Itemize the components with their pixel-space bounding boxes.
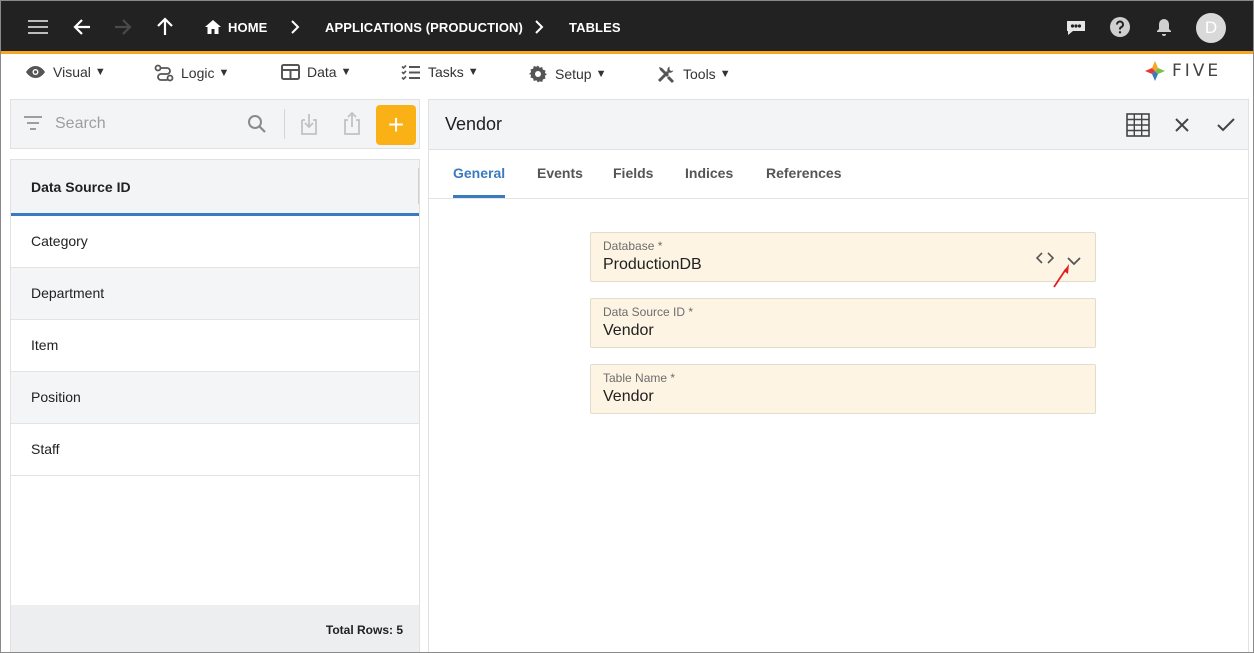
list-item[interactable]: Department [11, 268, 419, 320]
menu-data-label: Data [307, 64, 337, 80]
data-source-id-label: Data Source ID * [603, 305, 694, 319]
breadcrumb-tables[interactable]: TABLES [569, 20, 621, 35]
list-item-label: Item [31, 337, 59, 353]
tab-indices[interactable]: Indices [685, 165, 733, 181]
column-header-label: Data Source ID [31, 179, 131, 195]
list-column-header[interactable]: Data Source ID [11, 160, 419, 216]
chevron-right-icon [281, 13, 309, 41]
data-source-id-value: Vendor [603, 322, 654, 339]
table-name-label: Table Name * [603, 371, 676, 385]
menu-tools-label: Tools [683, 66, 716, 82]
tab-general[interactable]: General [453, 165, 505, 181]
logo-text: FIVE [1172, 61, 1222, 81]
list-item[interactable]: Position [11, 372, 419, 424]
close-icon[interactable] [1174, 117, 1190, 138]
database-value: ProductionDB [603, 256, 702, 273]
column-resize-handle[interactable] [418, 168, 419, 204]
home-icon[interactable] [199, 13, 227, 41]
hamburger-menu-icon[interactable] [24, 13, 52, 41]
import-icon[interactable] [299, 112, 319, 141]
filter-icon[interactable] [24, 116, 42, 135]
form-tabs: General Events Fields Indices References [429, 150, 1248, 199]
tab-fields[interactable]: Fields [613, 165, 653, 181]
menu-visual-label: Visual [53, 64, 91, 80]
list-item-label: Category [31, 233, 88, 249]
form-title: Vendor [445, 114, 503, 134]
user-avatar[interactable]: D [1196, 13, 1226, 43]
breadcrumb-applications[interactable]: APPLICATIONS (PRODUCTION) [325, 20, 523, 35]
save-check-icon[interactable] [1216, 117, 1236, 138]
list-item-label: Position [31, 389, 81, 405]
list-footer: Total Rows: 5 [11, 605, 419, 652]
caret-down-icon: ▼ [340, 66, 352, 78]
gear-icon [529, 65, 547, 83]
notification-bell-icon[interactable] [1150, 13, 1178, 41]
list-item[interactable]: Staff [11, 424, 419, 476]
up-arrow-icon[interactable] [151, 13, 179, 41]
chat-bot-icon[interactable] [1062, 13, 1090, 41]
five-logo-mark-icon [1145, 61, 1165, 81]
menu-tasks[interactable]: Tasks ▼ [401, 64, 479, 80]
app-window: HOME APPLICATIONS (PRODUCTION) TABLES D … [0, 0, 1254, 653]
list-item[interactable]: Item [11, 320, 419, 372]
table-view-icon[interactable] [1126, 113, 1150, 142]
top-app-bar: HOME APPLICATIONS (PRODUCTION) TABLES D [1, 1, 1253, 54]
table-name-field[interactable]: Table Name * Vendor [590, 364, 1096, 414]
menu-tasks-label: Tasks [428, 64, 464, 80]
forward-arrow-icon[interactable] [109, 13, 137, 41]
menu-tools[interactable]: Tools ▼ [656, 64, 731, 84]
caret-down-icon: ▼ [218, 67, 230, 79]
five-logo: FIVE [1144, 60, 1221, 82]
search-input[interactable]: Search [55, 115, 106, 133]
list-item-label: Staff [31, 441, 60, 457]
help-icon[interactable] [1106, 13, 1134, 41]
total-rows-count: Total Rows: 5 [325, 623, 403, 637]
caret-down-icon: ▼ [467, 66, 479, 78]
menu-setup[interactable]: Setup ▼ [528, 64, 606, 84]
tab-events[interactable]: Events [537, 165, 583, 181]
records-list: Data Source ID Category Department Item … [10, 159, 420, 652]
menu-bar: Visual ▼ Logic ▼ Data ▼ Tasks ▼ Setup ▼ … [1, 57, 1253, 91]
caret-down-icon: ▼ [595, 68, 607, 80]
list-toolbar: Search + [10, 99, 420, 149]
menu-visual[interactable]: Visual ▼ [25, 64, 106, 80]
menu-logic-label: Logic [181, 65, 215, 81]
caret-down-icon: ▼ [719, 68, 731, 80]
tools-icon [657, 66, 675, 84]
search-icon[interactable] [247, 114, 267, 139]
logic-flow-icon [154, 64, 174, 82]
eye-icon [26, 66, 45, 78]
list-item[interactable]: Category [11, 216, 419, 268]
menu-data[interactable]: Data ▼ [281, 64, 351, 80]
database-label: Database * [603, 239, 663, 253]
tab-references[interactable]: References [766, 165, 842, 181]
menu-setup-label: Setup [555, 66, 592, 82]
form-header: Vendor [429, 100, 1248, 150]
export-icon[interactable] [342, 110, 362, 141]
data-source-id-field[interactable]: Data Source ID * Vendor [590, 298, 1096, 348]
active-tab-indicator [453, 195, 505, 198]
add-record-button[interactable]: + [376, 105, 416, 145]
back-arrow-icon[interactable] [68, 13, 96, 41]
checklist-icon [401, 64, 420, 80]
toolbar-divider [284, 109, 285, 139]
menu-logic[interactable]: Logic ▼ [154, 64, 229, 82]
database-select[interactable]: Database * ProductionDB [590, 232, 1096, 288]
record-form-panel: Vendor General Events Fields Indices Ref… [428, 99, 1249, 652]
table-name-value: Vendor [603, 388, 654, 405]
annotation-arrow-icon [1052, 263, 1072, 294]
caret-down-icon: ▼ [94, 66, 106, 78]
chevron-right-icon [525, 13, 553, 41]
breadcrumb-home[interactable]: HOME [228, 20, 267, 35]
list-item-label: Department [31, 285, 105, 301]
table-grid-icon [281, 64, 300, 80]
